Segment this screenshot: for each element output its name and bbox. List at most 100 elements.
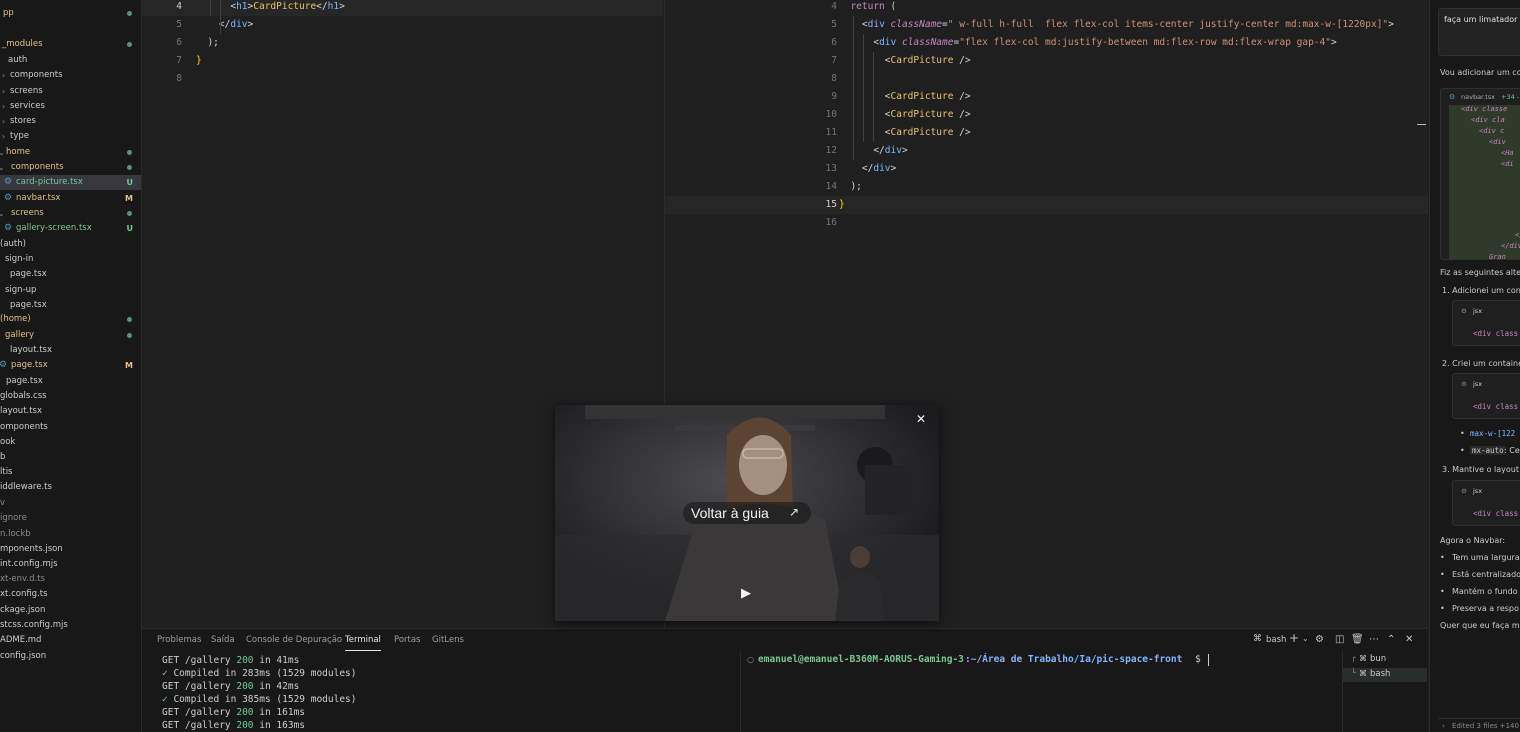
- tree-row-5[interactable]: › services: [0, 99, 141, 114]
- tree-row-22[interactable]: ⚙ page.tsx M: [0, 358, 141, 373]
- chevron-down-icon: ⌄: [0, 160, 5, 175]
- tree-row-4[interactable]: › screens: [0, 84, 141, 99]
- panel-collapse-icon[interactable]: [1417, 124, 1426, 125]
- terminal-bash[interactable]: ○ emanuel@emanuel-B360M-AORUS-Gaming-3 :…: [742, 651, 1339, 732]
- maximize-panel-icon[interactable]: ⌃: [1387, 634, 1395, 645]
- chevron-down-icon[interactable]: ⌄: [1302, 634, 1309, 643]
- tree-row-40[interactable]: ADME.md: [0, 633, 141, 648]
- code-line[interactable]: 12 </div>: [665, 142, 1428, 160]
- tree-row-14[interactable]: (auth): [0, 237, 141, 252]
- code-line[interactable]: 7 <CardPicture />: [665, 52, 1428, 70]
- close-icon[interactable]: ✕: [916, 412, 926, 426]
- picture-in-picture-video[interactable]: Voltar à guia ↗ ✕ ▶: [555, 405, 939, 621]
- tab-gitlens[interactable]: GitLens: [432, 629, 464, 651]
- tree-row-37[interactable]: xt.config.ts: [0, 587, 141, 602]
- add-terminal-icon[interactable]: +: [1289, 631, 1299, 645]
- terminal-list-item[interactable]: ┌ ⌘ bun: [1343, 653, 1427, 667]
- tab-saída[interactable]: Saída: [211, 629, 235, 651]
- tab-terminal[interactable]: Terminal: [345, 629, 381, 651]
- tree-row-26[interactable]: omponents: [0, 420, 141, 435]
- terminal-list-item[interactable]: └ ⌘ bash: [1343, 668, 1427, 682]
- pip-overlay-button[interactable]: Voltar à guia ↗: [683, 502, 811, 524]
- tree-row-15[interactable]: sign-in: [0, 252, 141, 267]
- tree-row-31[interactable]: v: [0, 496, 141, 511]
- tab-problemas[interactable]: Problemas: [157, 629, 201, 651]
- tree-row-18[interactable]: page.tsx: [0, 298, 141, 313]
- tree-row-1[interactable]: _modules: [0, 37, 141, 52]
- terminal-shell-label[interactable]: bash: [1266, 635, 1286, 645]
- tree-row-13[interactable]: ⚙ gallery-screen.tsx U: [0, 221, 141, 236]
- code-line[interactable]: 11 <CardPicture />: [665, 124, 1428, 142]
- terminal-text: in 42ms: [253, 681, 300, 692]
- code-line[interactable]: 4 return (: [665, 0, 1428, 16]
- code-token: >: [890, 163, 897, 174]
- tree-row-38[interactable]: ckage.json: [0, 603, 141, 618]
- step-3-code-block[interactable]: ⚙ jsx <div class: [1452, 480, 1520, 526]
- close-panel-icon[interactable]: ✕: [1405, 634, 1413, 645]
- tree-row-27[interactable]: ook: [0, 435, 141, 450]
- trash-icon[interactable]: 🗑: [1351, 634, 1364, 645]
- tree-row-23[interactable]: page.tsx: [0, 374, 141, 389]
- tree-row-21[interactable]: layout.tsx: [0, 343, 141, 358]
- tree-row-41[interactable]: config.json: [0, 649, 141, 664]
- chat-prompt-bubble[interactable]: faça um limatador pa: [1438, 8, 1520, 56]
- code-line[interactable]: 6 );: [142, 34, 663, 52]
- code-line[interactable]: 8: [665, 70, 1428, 88]
- tree-row-8[interactable]: ⌄home: [0, 145, 141, 160]
- tree-row-33[interactable]: n.lockb: [0, 527, 141, 542]
- code-line[interactable]: 13 </div>: [665, 160, 1428, 178]
- tree-row-24[interactable]: globals.css: [0, 389, 141, 404]
- gear-icon[interactable]: ⚙: [1315, 634, 1324, 645]
- terminal-icon[interactable]: ⌘: [1253, 634, 1262, 644]
- tree-row-9[interactable]: ⌄ components: [0, 160, 141, 175]
- tree-row-11[interactable]: ⚙ navbar.tsx M: [0, 191, 141, 206]
- tree-row-36[interactable]: xt-env.d.ts: [0, 572, 141, 587]
- tree-row-17[interactable]: sign-up: [0, 283, 141, 298]
- terminal-split-divider[interactable]: [740, 651, 741, 732]
- tab-console-de-depuração[interactable]: Console de Depuração: [246, 629, 342, 651]
- tree-row-29[interactable]: ltis: [0, 465, 141, 480]
- code-line[interactable]: 10 <CardPicture />: [665, 106, 1428, 124]
- split-terminal-icon[interactable]: ◫: [1335, 634, 1344, 645]
- tree-row-0[interactable]: pp: [0, 6, 141, 21]
- tree-row-12[interactable]: ⌄ screens: [0, 206, 141, 221]
- tree-row-2[interactable]: auth: [0, 53, 141, 68]
- code-line[interactable]: 15}: [665, 196, 1428, 214]
- terminal-output[interactable]: GET /gallery 200 in 41ms ✓ Compiled in 28…: [142, 651, 740, 732]
- line-number: 4: [831, 1, 837, 12]
- indent-guide: [863, 34, 864, 142]
- tree-row[interactable]: [0, 0, 141, 5]
- tree-row-32[interactable]: ignore: [0, 511, 141, 526]
- code-line[interactable]: 5 <div className=" w-full h-full flex fl…: [665, 16, 1428, 34]
- chat-footer-bar[interactable]: › Edited 3 files +140: [1438, 718, 1520, 732]
- tree-row-35[interactable]: int.config.mjs: [0, 557, 141, 572]
- code-line[interactable]: 16: [665, 214, 1428, 232]
- tree-row-16[interactable]: page.tsx: [0, 267, 141, 282]
- code-line[interactable]: 14 );: [665, 178, 1428, 196]
- play-icon[interactable]: ▶: [741, 586, 751, 601]
- code-line[interactable]: 6 <div className="flex flex-col md:justi…: [665, 34, 1428, 52]
- step-2-label: 2. Criei um containe: [1442, 359, 1520, 368]
- tree-row-34[interactable]: mponents.json: [0, 542, 141, 557]
- tab-portas[interactable]: Portas: [394, 629, 421, 651]
- tree-row-10[interactable]: ⚙ card-picture.tsx U: [0, 175, 141, 190]
- more-icon[interactable]: ⋯: [1369, 634, 1379, 645]
- tree-row-20[interactable]: gallery: [0, 328, 141, 343]
- code-line[interactable]: 9 <CardPicture />: [665, 88, 1428, 106]
- file-diff-card[interactable]: ⚙ navbar.tsx +34 - <div classe <div cla <d…: [1440, 88, 1520, 261]
- prompt-circle-icon: ○: [747, 655, 754, 664]
- tree-row-39[interactable]: stcss.config.mjs: [0, 618, 141, 633]
- tree-row-19[interactable]: (home): [0, 312, 141, 327]
- tree-row-3[interactable]: › components: [0, 68, 141, 83]
- code-line[interactable]: 7}: [142, 52, 663, 70]
- step-2-code-block[interactable]: ⚙ jsx <div class: [1452, 373, 1520, 419]
- code-text: <CardPicture />: [839, 124, 971, 142]
- tree-row-30[interactable]: iddleware.ts: [0, 480, 141, 495]
- tree-row-7[interactable]: › type: [0, 129, 141, 144]
- tree-label: ook: [0, 437, 16, 447]
- tree-row-25[interactable]: layout.tsx: [0, 404, 141, 419]
- code-line[interactable]: 8: [142, 70, 663, 88]
- tree-row-6[interactable]: › stores: [0, 114, 141, 129]
- step-1-code-block[interactable]: ⚙ jsx <div class: [1452, 300, 1520, 346]
- tree-row-28[interactable]: b: [0, 450, 141, 465]
